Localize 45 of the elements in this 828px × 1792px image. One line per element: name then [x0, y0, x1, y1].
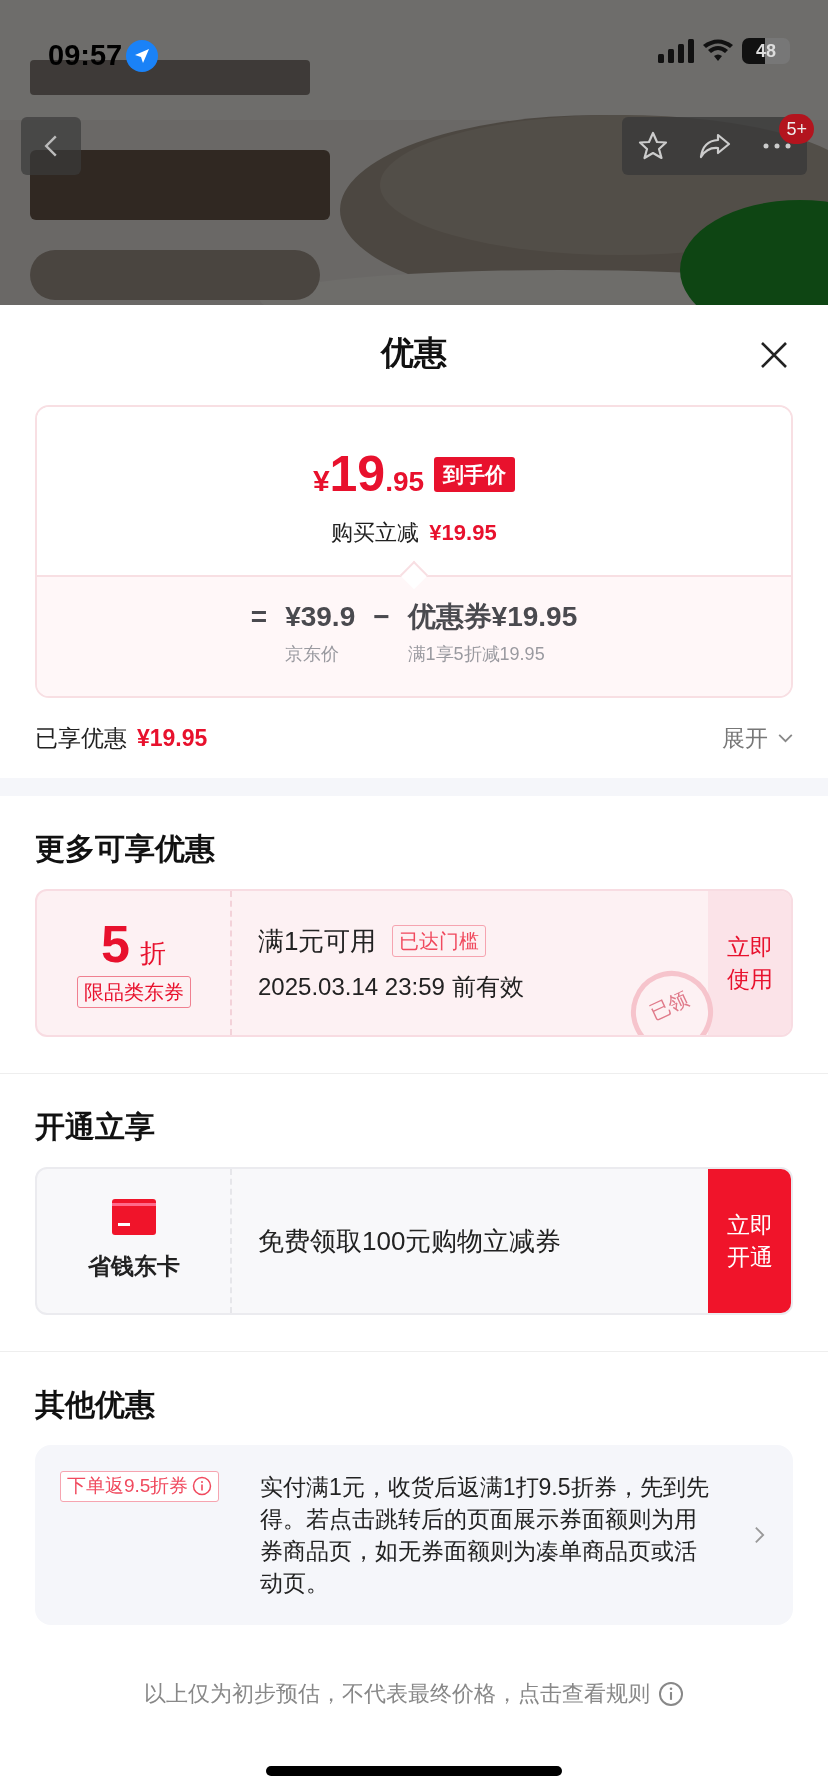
section-title: 其他优惠: [35, 1388, 155, 1421]
coupon-validity: 2025.03.14 23:59 前有效: [258, 971, 524, 1002]
info-icon: [658, 1680, 684, 1707]
coupon-tag: 限品类东券: [76, 976, 191, 1008]
final-price: ¥19.95: [312, 445, 425, 504]
card-name: 省钱东卡: [87, 1251, 180, 1281]
chevron-right-icon: [754, 1525, 765, 1545]
price-caption: 满1享5折减19.95: [407, 643, 545, 666]
card-icon: [111, 1198, 156, 1235]
price-term: 优惠券¥19.95: [407, 600, 578, 634]
discount-unit: 折: [139, 937, 166, 970]
info-icon: [192, 1476, 213, 1497]
instant-discount-label: 购买立减: [331, 519, 420, 547]
wifi-icon: [702, 39, 734, 63]
expand-button[interactable]: 展开: [722, 720, 793, 756]
section-title: 更多可享优惠: [35, 832, 215, 865]
rebate-card[interactable]: 下单返9.5折券 实付满1元，收货后返满1打9.5折券，先到先得。若点击跳转后的页面展示券面额则为用券商品页，如无券面额则为凑单商品页或活动页。: [35, 1445, 793, 1625]
close-icon: [760, 341, 788, 369]
back-icon: [43, 133, 59, 159]
disclaimer-link[interactable]: 以上仅为初步预估，不代表最终价格，点击查看规则: [144, 1677, 650, 1710]
threshold-badge: 已达门槛: [392, 925, 487, 957]
share-icon[interactable]: [698, 131, 733, 161]
instant-discount-amount: ¥19.95: [429, 519, 497, 547]
signal-icon: [658, 39, 694, 63]
rebate-description: 实付满1元，收货后返满1打9.5折券，先到先得。若点击跳转后的页面展示券面额则为用券商品页，如无券面额则为凑单商品页或活动页。: [260, 1473, 710, 1598]
chevron-down-icon: [778, 733, 793, 743]
close-button[interactable]: [760, 341, 788, 369]
price-caption: 京东价: [285, 643, 340, 666]
activate-now-button[interactable]: 立即开通: [708, 1169, 791, 1313]
operator-sign: =: [250, 600, 268, 634]
coupon-condition: 满1元可用: [258, 924, 377, 958]
operator-sign: −: [373, 600, 390, 634]
sheet-title: 优惠: [381, 333, 447, 374]
more-icon[interactable]: [762, 142, 793, 150]
status-time: 09:57: [48, 38, 123, 73]
enjoyed-amount: ¥19.95: [137, 723, 208, 753]
price-tag: 到手价: [434, 456, 516, 493]
price-term: ¥39.9: [285, 600, 356, 634]
discount-value: 5: [101, 918, 130, 970]
use-now-button[interactable]: 立即使用: [708, 891, 791, 1035]
section-title: 开通立享: [35, 1110, 155, 1143]
offer-text: 免费领取100元购物立减券: [258, 1224, 562, 1258]
rebate-tag: 下单返9.5折券: [60, 1471, 220, 1502]
enjoyed-label: 已享优惠: [35, 723, 127, 753]
star-icon[interactable]: [636, 130, 669, 162]
